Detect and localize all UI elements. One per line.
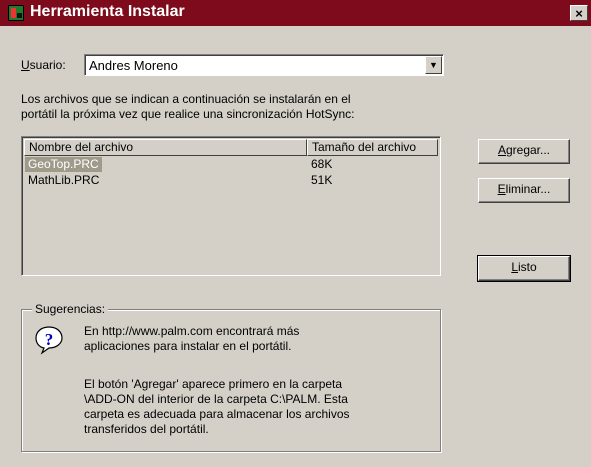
done-button-accel: L: [511, 260, 518, 274]
tip-line: En http://www.palm.com encontrará más: [84, 324, 300, 338]
user-dropdown-value: Andres Moreno: [89, 58, 178, 73]
column-header-file-name[interactable]: Nombre del archivo: [24, 139, 307, 156]
list-item[interactable]: GeoTop.PRC 68K: [24, 157, 438, 172]
tip-line: carpeta es adecuada para almacenar los a…: [84, 407, 350, 421]
file-size: 51K: [311, 173, 333, 187]
tip-paragraph-1: En http://www.palm.com encontrará más ap…: [84, 324, 424, 354]
svg-text:?: ?: [45, 330, 54, 349]
user-label-accel: U: [21, 58, 30, 72]
title-bar[interactable]: Herramienta Instalar ×: [0, 0, 591, 26]
add-button-label: gregar...: [505, 143, 551, 157]
remove-button[interactable]: Eliminar...: [478, 178, 570, 203]
chevron-down-icon[interactable]: ▼: [425, 56, 442, 74]
install-tool-dialog: Herramienta Instalar × Usuario: Andres M…: [0, 0, 591, 467]
user-label: Usuario:: [21, 58, 66, 72]
remove-button-label: liminar...: [505, 182, 551, 196]
done-button-label: isto: [518, 260, 537, 274]
tip-line: transferidos del portátil.: [84, 422, 209, 436]
tip-line: aplicaciones para instalar en el portáti…: [84, 339, 292, 353]
file-name: MathLib.PRC: [28, 173, 100, 187]
tips-group-label: Sugerencias:: [32, 302, 109, 316]
tip-line: El botón 'Agregar' aparece primero en la…: [84, 377, 343, 391]
palm-app-icon: [8, 5, 24, 21]
question-icon: ?: [35, 326, 63, 355]
tip-line: \ADD-ON del interior de la carpeta C:\PA…: [84, 392, 348, 406]
tip-paragraph-2: El botón 'Agregar' aparece primero en la…: [84, 377, 424, 437]
close-button[interactable]: ×: [570, 5, 588, 21]
description-line: Los archivos que se indican a continuaci…: [21, 92, 351, 106]
file-size: 68K: [311, 157, 333, 171]
remove-button-accel: E: [497, 182, 506, 196]
add-button[interactable]: Agregar...: [478, 139, 570, 164]
column-header-file-size[interactable]: Tamaño del archivo: [307, 139, 438, 156]
file-name: GeoTop.PRC: [25, 157, 102, 172]
list-item[interactable]: MathLib.PRC 51K: [24, 173, 438, 188]
window-title: Herramienta Instalar: [30, 3, 185, 20]
description-line: portátil la próxima vez que realice una …: [21, 107, 355, 121]
done-button[interactable]: Listo: [477, 255, 571, 282]
install-description: Los archivos que se indican a continuaci…: [21, 92, 441, 122]
user-dropdown[interactable]: Andres Moreno ▼: [84, 54, 444, 76]
file-list[interactable]: Nombre del archivo Tamaño del archivo Ge…: [21, 136, 441, 276]
add-button-accel: A: [497, 143, 506, 157]
user-label-text: suario:: [29, 58, 66, 72]
